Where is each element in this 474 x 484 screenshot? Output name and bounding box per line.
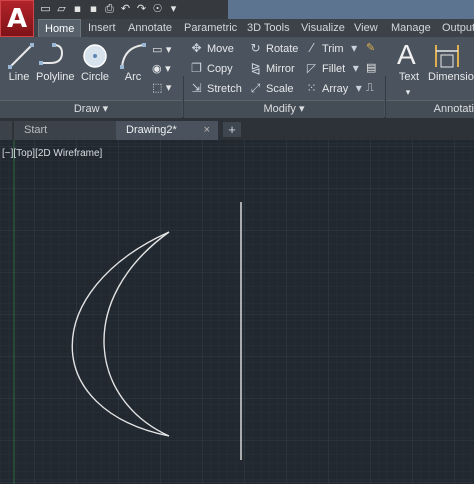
tab-drawing2[interactable]: Drawing2* × <box>116 121 218 140</box>
text-icon[interactable]: A <box>397 39 416 71</box>
tab-visualize[interactable]: Visualize <box>301 19 345 37</box>
copy-command[interactable]: ❐ Copy <box>190 62 233 75</box>
line-icon[interactable] <box>6 41 36 71</box>
chevron-down-icon[interactable]: ▾ <box>349 62 362 75</box>
polyline-tool-label[interactable]: Polyline <box>36 71 75 83</box>
tab-3d-tools[interactable]: 3D Tools <box>247 19 290 37</box>
application-menu-button[interactable]: A <box>0 0 34 37</box>
mirror-icon: ⧎ <box>250 61 261 75</box>
scale-icon: ⤢ <box>250 81 261 95</box>
copy-label: Copy <box>207 62 233 75</box>
dimension-icon[interactable] <box>432 41 462 71</box>
annotation-panel-title[interactable]: Annotati <box>386 100 474 118</box>
arc-tool-label[interactable]: Arc <box>118 71 148 83</box>
hatch-icon[interactable]: ◉ ▾ <box>152 62 171 75</box>
drawing-canvas[interactable] <box>0 140 474 484</box>
drawing-area[interactable] <box>0 140 474 484</box>
app-logo: A <box>6 3 28 34</box>
mirror-label: Mirror <box>266 62 295 75</box>
text-tool-label[interactable]: Text <box>394 71 424 83</box>
draw-panel-title[interactable]: Draw ▾ <box>0 100 182 118</box>
array-command[interactable]: ⁙ Array ▾ <box>305 82 365 95</box>
chevron-down-icon[interactable]: ▾ <box>348 42 361 55</box>
ribbon-tabs: Home Insert Annotate Parametric 3D Tools… <box>34 19 474 38</box>
array-label: Array <box>322 82 349 95</box>
line-tool-label[interactable]: Line <box>4 71 34 83</box>
modify-panel-label: Modify <box>263 103 296 115</box>
stretch-command[interactable]: ⇲ Stretch <box>190 81 242 95</box>
redo-icon[interactable]: ↷ <box>136 2 147 15</box>
rotate-icon: ↻ <box>250 41 261 55</box>
chevron-down-icon: ▾ <box>102 103 109 115</box>
fillet-label: Fillet <box>322 62 346 75</box>
trim-icon: ⁄ <box>310 41 313 55</box>
tab-manage[interactable]: Manage <box>391 19 431 37</box>
save-icon[interactable]: ▪ <box>72 2 83 15</box>
new-icon[interactable]: ▭ <box>40 2 51 15</box>
explode-icon[interactable]: ▤ <box>366 61 376 74</box>
scale-command[interactable]: ⤢ Scale <box>249 82 294 95</box>
workspace-icon[interactable]: ☉ <box>152 2 163 15</box>
quick-access-toolbar: ▭ ▱ ▪ ▪ ⎙ ↶ ↷ ☉ ▾ <box>40 2 179 15</box>
copy-icon: ❐ <box>191 61 202 75</box>
tab-drawing2-label: Drawing2* <box>126 124 177 136</box>
plot-icon[interactable]: ⎙ <box>104 2 115 15</box>
chevron-down-icon: ▾ <box>298 103 305 115</box>
new-tab-button[interactable]: + <box>223 122 241 137</box>
chevron-down-icon[interactable]: ▾ <box>352 82 365 95</box>
trim-label: Trim <box>322 42 344 55</box>
viewport-controls[interactable]: [−][Top][2D Wireframe] <box>2 148 102 159</box>
tab-annotate[interactable]: Annotate <box>128 19 172 37</box>
rotate-label: Rotate <box>266 42 299 55</box>
tab-output[interactable]: Output <box>442 19 474 37</box>
title-bar: ▭ ▱ ▪ ▪ ⎙ ↶ ↷ ☉ ▾ <box>0 0 474 19</box>
fillet-icon: ◸ <box>306 61 317 75</box>
array-icon: ⁙ <box>306 81 317 95</box>
tab-insert[interactable]: Insert <box>88 19 116 37</box>
offset-icon[interactable]: ⎍ <box>366 81 374 95</box>
move-label: Move <box>207 42 234 55</box>
arc-icon[interactable] <box>118 41 148 71</box>
ribbon: Line Polyline Circle Arc ▭ ▾ ◉ ▾ ⬚ ▾ ✥ Mo… <box>0 37 474 153</box>
tab-parametric[interactable]: Parametric <box>184 19 237 37</box>
trim-command[interactable]: ⁄ Trim ▾ <box>305 42 361 55</box>
dimension-tool-label[interactable]: Dimension <box>428 71 474 83</box>
document-tabs: Start Drawing2* × + <box>0 118 474 140</box>
rectangle-icon[interactable]: ▭ ▾ <box>152 43 171 56</box>
open-icon[interactable]: ▱ <box>56 2 67 15</box>
fillet-command[interactable]: ◸ Fillet ▾ <box>305 62 362 75</box>
close-icon[interactable]: × <box>204 121 210 140</box>
chevron-down-icon[interactable]: ▾ <box>398 87 418 98</box>
rotate-command[interactable]: ↻ Rotate <box>249 42 298 55</box>
scale-label: Scale <box>266 82 294 95</box>
move-command[interactable]: ✥ Move <box>190 41 234 55</box>
title-text-area <box>228 0 474 19</box>
stretch-label: Stretch <box>207 82 242 95</box>
move-icon: ✥ <box>191 41 202 55</box>
tab-menu-button[interactable] <box>0 121 12 140</box>
annotation-panel-label: Annotati <box>433 103 474 115</box>
dropdown-icon[interactable]: ▾ <box>168 2 179 15</box>
stretch-icon: ⇲ <box>191 81 202 95</box>
draw-panel-label: Draw <box>73 103 100 115</box>
mirror-command[interactable]: ⧎ Mirror <box>249 61 295 75</box>
grid <box>0 140 474 484</box>
tab-home[interactable]: Home <box>38 19 82 38</box>
circle-tool-label[interactable]: Circle <box>78 71 112 83</box>
circle-icon[interactable] <box>80 41 110 71</box>
undo-icon[interactable]: ↶ <box>120 2 131 15</box>
tab-view[interactable]: View <box>354 19 378 37</box>
tab-start-label: Start <box>24 124 48 136</box>
polyline-icon[interactable] <box>38 41 68 71</box>
erase-icon[interactable]: ✎ <box>366 41 375 54</box>
modify-panel-title[interactable]: Modify ▾ <box>184 100 384 118</box>
boundary-icon[interactable]: ⬚ ▾ <box>152 81 171 94</box>
save-as-icon[interactable]: ▪ <box>88 2 99 15</box>
tab-start[interactable]: Start <box>14 121 118 140</box>
